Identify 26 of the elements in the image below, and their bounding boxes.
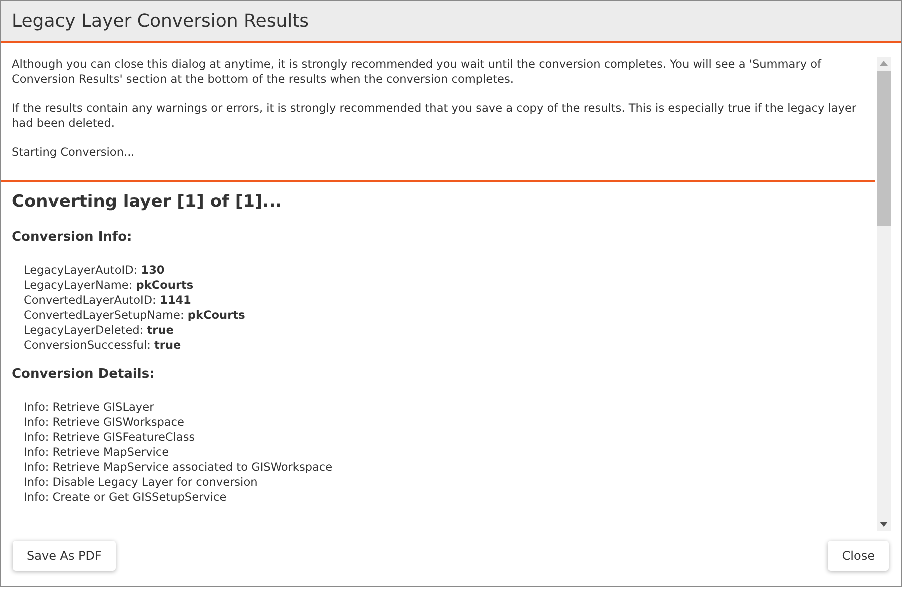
log-line: Info: Retrieve GISLayer — [24, 400, 156, 415]
section-heading: Converting layer [1] of [1]... — [12, 192, 284, 212]
dialog-button[interactable]: Close — [828, 541, 889, 571]
log-line: Info: Retrieve GISFeatureClass — [24, 430, 196, 445]
window-title: Legacy Layer Conversion Results — [12, 10, 310, 32]
scrollbar[interactable] — [877, 57, 891, 531]
scroll-up-icon[interactable] — [880, 61, 888, 66]
info-line: ConvertedLayerAutoID: 1141 — [24, 293, 192, 308]
subsection-heading: Conversion Info: — [12, 230, 134, 245]
log-line: Info: Disable Legacy Layer for conversion — [24, 475, 259, 490]
log-line: Info: Retrieve MapService associated to GISWorkspace — [24, 460, 334, 475]
info-line: ConvertedLayerSetupName: pkCourts — [24, 308, 246, 323]
info-line: ConversionSuccessful: true — [24, 338, 182, 353]
log-line: Info: Create or Get GISSetupService — [24, 490, 228, 505]
message-text: If the results contain any warnings or errors, it is strongly recommended that you save a copy of the results. This is especially true if the legacy layer had been deleted. — [12, 101, 858, 131]
info-line: LegacyLayerDeleted: true — [24, 323, 175, 338]
scrollbar-thumb[interactable] — [877, 71, 891, 226]
log-line: Info: Retrieve MapService — [24, 445, 170, 460]
message-text: Starting Conversion... — [12, 145, 136, 160]
scroll-down-icon[interactable] — [880, 522, 888, 527]
log-line: Info: Retrieve GISWorkspace — [24, 415, 186, 430]
message-text: Although you can close this dialog at anytime, it is strongly recommended you wait until the conversion completes. You will see a 'Summary of Conversion Results' section at the bottom of the results when the conversion completes. — [12, 57, 823, 87]
dialog-button[interactable]: Save As PDF — [13, 541, 116, 571]
subsection-heading: Conversion Details: — [12, 367, 156, 382]
info-line: LegacyLayerName: pkCourts — [24, 278, 195, 293]
info-line: LegacyLayerAutoID: 130 — [24, 263, 166, 278]
